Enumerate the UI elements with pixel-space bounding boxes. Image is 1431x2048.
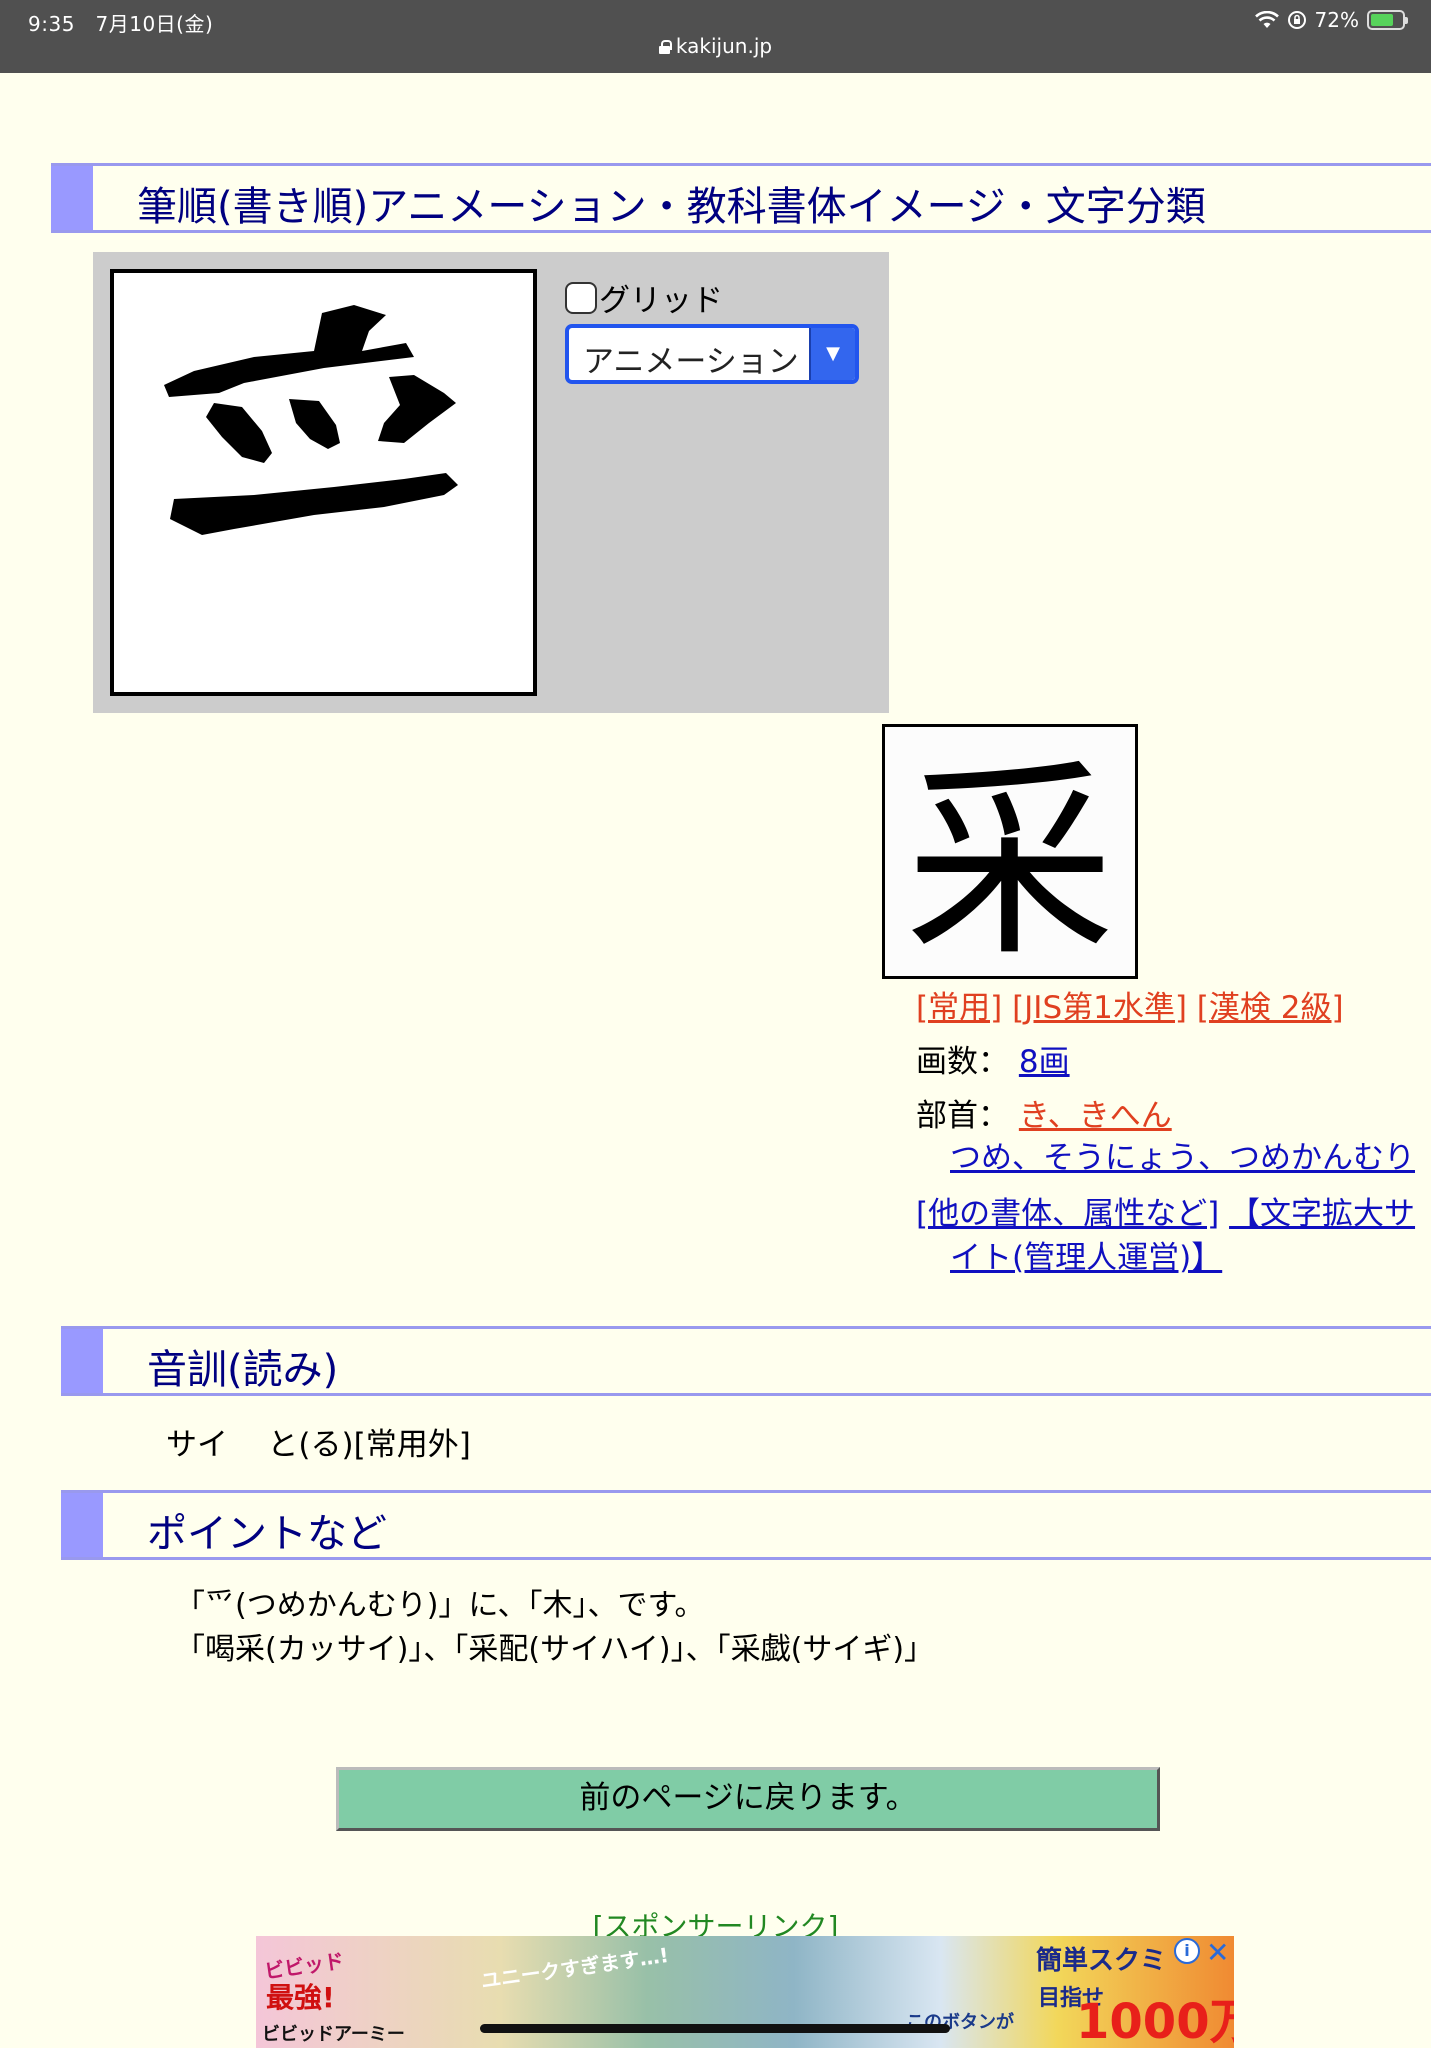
on-reading: サイ xyxy=(166,1427,228,1463)
radical-link-tsume[interactable]: つめ、そうにょう、つめかんむり xyxy=(950,1140,1415,1176)
wifi-icon xyxy=(1254,11,1279,28)
stroke-animation-canvas xyxy=(110,269,537,696)
radical-label: 部首： xyxy=(916,1098,1009,1134)
heading-bar xyxy=(61,1493,103,1557)
stroke-count-link[interactable]: 8画 xyxy=(1019,1044,1070,1080)
ad-close-icon[interactable]: ✕ xyxy=(1206,1936,1229,1969)
character-glyph: 采 xyxy=(905,740,1115,985)
ad-text-8: 1000万!! xyxy=(1076,1994,1234,2048)
section-heading-points: ポイントなど xyxy=(61,1490,1431,1560)
ad-text-6: 簡単スクミ xyxy=(1036,1946,1167,1976)
url-bar[interactable]: kakijun.jp xyxy=(0,34,1431,58)
svg-text:采: 采 xyxy=(905,740,1115,976)
status-time: 9:35 7月10日(金) xyxy=(28,12,214,36)
chevron-down-icon[interactable]: ▼ xyxy=(809,328,855,380)
ad-text-2: 最強! xyxy=(266,1981,335,2014)
status-icons: 72% xyxy=(1254,8,1408,32)
classification-tags: [常用] [JIS第1水準] [漢検 2級] xyxy=(916,982,1344,1027)
zoom-site-link[interactable]: 【文字拡大サ xyxy=(1229,1196,1415,1232)
heading-text: ポイントなど xyxy=(147,1511,387,1557)
stroke-animation-panel: グリッド アニメーション ▼ xyxy=(93,252,889,713)
section-heading-animation: 筆順(書き順)アニメーション・教科書体イメージ・文字分類 xyxy=(51,163,1431,233)
radical-row-2: つめ、そうにょう、つめかんむり xyxy=(950,1132,1415,1177)
points-text: 「⺤(つめかんむり)」に、「木」、です。 「喝采(カッサイ)」、「采配(サイハイ… xyxy=(175,1584,934,1672)
grid-label: グリッド xyxy=(599,283,723,319)
lock-icon xyxy=(658,40,672,54)
home-indicator xyxy=(480,2024,950,2033)
heading-text: 筆順(書き順)アニメーション・教科書体イメージ・文字分類 xyxy=(137,184,1206,230)
orientation-lock-icon xyxy=(1287,11,1306,29)
heading-bar xyxy=(51,166,93,230)
kun-reading: と(る)[常用外] xyxy=(267,1427,471,1463)
back-button[interactable]: 前のページに戻ります。 xyxy=(336,1767,1160,1831)
stroke-count-row: 画数： 8画 xyxy=(916,1036,1070,1081)
tag-joyo-link[interactable]: [常用] xyxy=(916,990,1002,1026)
browser-status-bar: 9:35 7月10日(金) 72% kakijun.jp xyxy=(0,0,1431,73)
stroke-count-label: 画数： xyxy=(916,1044,1009,1080)
other-links-row: [他の書体、属性など] 【文字拡大サ xyxy=(916,1188,1415,1233)
mode-select-value: アニメーション xyxy=(583,344,797,380)
heading-text: 音訓(読み) xyxy=(147,1347,339,1393)
ad-text-4: ユニークすぎます…! xyxy=(479,1942,671,1994)
tag-kanken-link[interactable]: [漢検 2級] xyxy=(1197,990,1344,1026)
points-line-1: 「⺤(つめかんむり)」に、「木」、です。 xyxy=(175,1588,705,1623)
other-fonts-link[interactable]: [他の書体、属性など] xyxy=(916,1196,1219,1232)
heading-bar xyxy=(61,1329,103,1393)
url-text: kakijun.jp xyxy=(675,34,773,58)
reading-values: サイ と(る)[常用外] xyxy=(166,1419,471,1464)
radical-link-ki[interactable]: き、きへん xyxy=(1019,1098,1172,1134)
zoom-site-link-cont[interactable]: イト(管理人運営)】 xyxy=(950,1240,1222,1276)
section-heading-reading: 音訓(読み) xyxy=(61,1326,1431,1396)
battery-icon xyxy=(1367,10,1408,30)
ad-text-3: ビビッドアーミー xyxy=(262,2024,405,2045)
ad-info-icon[interactable]: i xyxy=(1174,1938,1200,1964)
grid-checkbox[interactable]: グリッド xyxy=(565,275,723,320)
textbook-font-image: 采 xyxy=(882,724,1138,985)
checkbox-box[interactable] xyxy=(565,281,597,314)
other-links-row-2: イト(管理人運営)】 xyxy=(950,1232,1222,1277)
tag-jis-link[interactable]: [JIS第1水準] xyxy=(1012,990,1187,1026)
mode-select[interactable]: アニメーション ▼ xyxy=(565,324,859,384)
radical-row: 部首： き、きへん xyxy=(916,1090,1172,1135)
battery-percent: 72% xyxy=(1314,8,1359,32)
points-line-2: 「喝采(カッサイ)」、「采配(サイハイ)」、「采戯(サイギ)」 xyxy=(175,1632,935,1667)
partial-stroke-drawing xyxy=(164,305,458,535)
